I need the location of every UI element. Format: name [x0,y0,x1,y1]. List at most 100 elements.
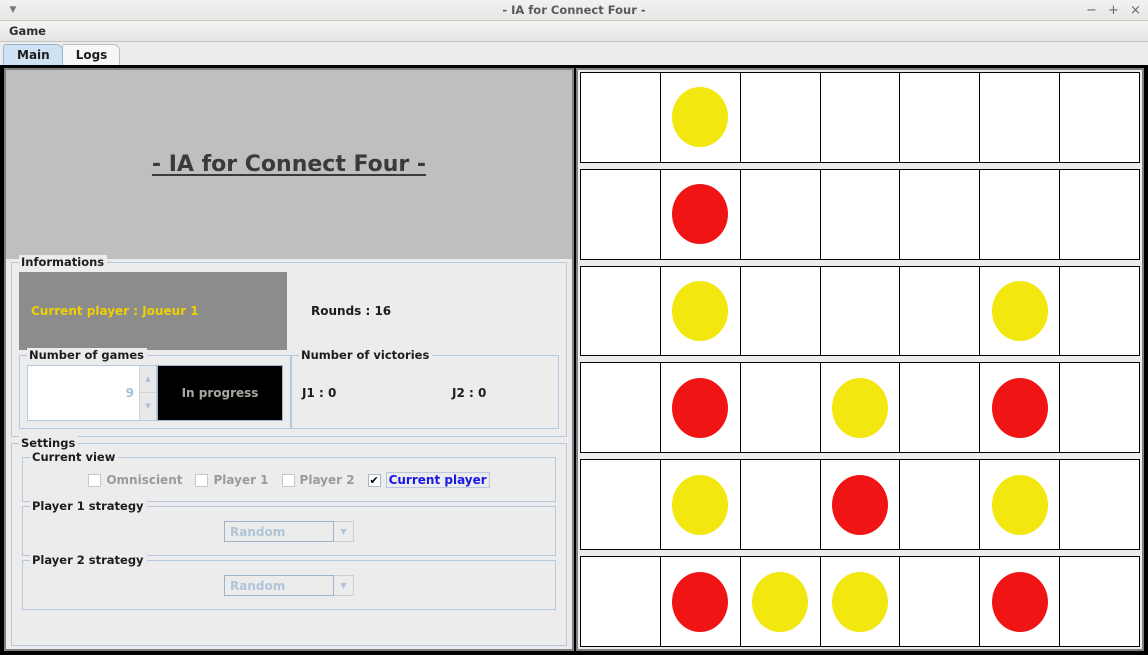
player-2-strategy-value[interactable]: Random [224,575,334,596]
yellow-disc-icon [832,571,888,632]
player-1-strategy-legend: Player 1 strategy [30,499,147,513]
settings-legend: Settings [19,436,79,450]
empty-slot [912,378,968,438]
empty-slot [592,281,648,341]
maximize-icon[interactable]: + [1108,4,1119,17]
board-cell-r6-c4[interactable] [820,557,901,646]
checkbox-player-2[interactable]: Player 2 [281,473,355,487]
board-cell-r6-c6[interactable] [980,557,1061,646]
yellow-disc-icon [672,281,729,342]
board-cell-r4-c4[interactable] [820,363,901,453]
in-progress-button[interactable]: In progress [157,365,283,421]
caret-up-icon[interactable]: ▲ [140,366,156,393]
board-cell-r2-c3[interactable] [740,169,821,259]
board-cell-r2-c7[interactable] [1060,169,1141,259]
board-cell-r5-c7[interactable] [1060,460,1141,550]
board-cell-r2-c6[interactable] [980,169,1061,259]
menu-item-game[interactable]: Game [0,22,54,40]
checkbox-current-player[interactable]: ✔ Current player [367,472,490,488]
checkbox-player-1[interactable]: Player 1 [195,473,269,487]
empty-slot [1072,184,1128,244]
board-cell-r2-c5[interactable] [900,169,981,259]
spinner-value[interactable]: 9 [28,366,139,420]
board-cell-r1-c4[interactable] [820,73,901,162]
player-1-strategy-value[interactable]: Random [224,521,334,542]
player-1-strategy-select[interactable]: Random ▼ [224,521,354,542]
checkbox-label-player-1: Player 1 [213,473,269,487]
player-2-strategy-select[interactable]: Random ▼ [224,575,354,596]
board-cell-r4-c2[interactable] [660,363,741,453]
board-cell-r3-c6[interactable] [980,266,1061,356]
page-title: - IA for Connect Four - [151,152,427,177]
board-cell-r4-c7[interactable] [1060,363,1141,453]
board-cell-r6-c1[interactable] [581,557,661,646]
player-2-strategy-legend: Player 2 strategy [30,553,147,567]
empty-slot [752,281,808,341]
board-cell-r3-c4[interactable] [820,266,901,356]
red-disc-icon [672,377,729,438]
board-cell-r2-c1[interactable] [581,169,661,259]
board-cell-r5-c1[interactable] [581,460,661,550]
board-cell-r3-c3[interactable] [740,266,821,356]
board-row [580,265,1141,357]
board-cell-r6-c5[interactable] [900,557,981,646]
board-cell-r5-c2[interactable] [660,460,741,550]
number-of-games-spinner[interactable]: 9 ▲ ▼ [27,365,157,421]
empty-slot [752,87,808,147]
tab-main[interactable]: Main [3,44,63,65]
chevron-down-icon[interactable]: ▼ [334,521,354,542]
board-cell-r1-c7[interactable] [1060,73,1141,162]
board-cell-r4-c1[interactable] [581,363,661,453]
board-cell-r3-c2[interactable] [660,266,741,356]
empty-slot [752,475,808,535]
empty-slot [912,87,968,147]
close-icon[interactable]: × [1130,4,1141,17]
caret-down-icon[interactable]: ▼ [140,393,156,420]
board-cell-r5-c4[interactable] [820,460,901,550]
board-cell-r4-c6[interactable] [980,363,1061,453]
board-cell-r2-c2[interactable] [660,169,741,259]
board-cell-r3-c7[interactable] [1060,266,1141,356]
board-row [580,72,1141,163]
board-cell-r1-c5[interactable] [900,73,981,162]
board-cell-r5-c5[interactable] [900,460,981,550]
board-cell-r3-c5[interactable] [900,266,981,356]
checkbox-box-player-2[interactable] [281,473,295,487]
checkbox-box-omniscient[interactable] [88,473,102,487]
board-cell-r1-c1[interactable] [581,73,661,162]
board-cell-r4-c5[interactable] [900,363,981,453]
board-cell-r1-c3[interactable] [740,73,821,162]
checkbox-label-player-2: Player 2 [299,473,355,487]
victories-j2-label: J2 : 0 [452,386,487,400]
chevron-down-icon[interactable]: ▼ [334,575,354,596]
checkbox-box-player-1[interactable] [195,473,209,487]
board-cell-r5-c6[interactable] [980,460,1061,550]
empty-slot [592,378,648,438]
board-cell-r6-c2[interactable] [660,557,741,646]
connect-four-board[interactable] [576,68,1144,651]
checkmark-icon[interactable]: ✔ [367,473,381,487]
victories-j1-label: J1 : 0 [302,386,337,400]
board-row [580,459,1141,551]
empty-slot [1072,572,1128,632]
board-cell-r1-c6[interactable] [980,73,1061,162]
yellow-disc-icon [991,474,1048,535]
window-controls: − + × [1086,4,1148,17]
player-1-strategy-group: Player 1 strategy Random ▼ [22,499,556,556]
board-cell-r6-c3[interactable] [740,557,821,646]
player-2-strategy-group: Player 2 strategy Random ▼ [22,553,556,610]
board-cell-r5-c3[interactable] [740,460,821,550]
tab-logs[interactable]: Logs [61,44,121,65]
number-of-victories-group: Number of victories J1 : 0 J2 : 0 [291,348,559,429]
board-cell-r1-c2[interactable] [660,73,741,162]
board-cell-r3-c1[interactable] [581,266,661,356]
number-of-games-group: Number of games 9 ▲ ▼ In progress [19,348,291,429]
empty-slot [752,184,808,244]
board-cell-r2-c4[interactable] [820,169,901,259]
yellow-disc-icon [672,474,729,535]
board-cell-r6-c7[interactable] [1060,557,1141,646]
yellow-disc-icon [672,87,729,148]
checkbox-omniscient[interactable]: Omniscient [88,473,182,487]
board-cell-r4-c3[interactable] [740,363,821,453]
minimize-icon[interactable]: − [1086,4,1097,17]
